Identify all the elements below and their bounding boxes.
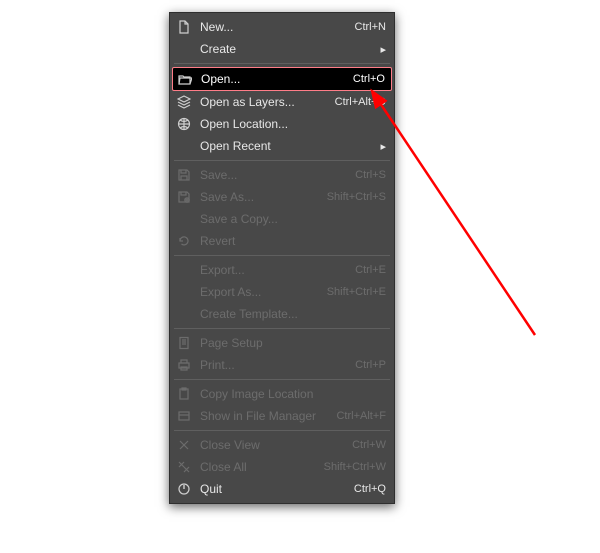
- menu-item-show-in-file-manager: Show in File ManagerCtrl+Alt+F: [170, 405, 394, 427]
- menu-item-shortcut: Ctrl+Alt+O: [335, 96, 386, 108]
- menu-item-shortcut: Ctrl+N: [355, 21, 386, 33]
- folder-open-icon: [177, 71, 193, 87]
- globe-icon: [176, 116, 192, 132]
- menu-item-shortcut: Ctrl+O: [353, 73, 385, 85]
- menu-item-export-as: Export As...Shift+Ctrl+E: [170, 281, 394, 303]
- menu-item-copy-image-location: Copy Image Location: [170, 383, 394, 405]
- menu-item-label: Revert: [200, 234, 386, 248]
- menu-item-label: Export As...: [200, 285, 327, 299]
- menu-item-label: Create Template...: [200, 307, 386, 321]
- menu-item-save-copy: Save a Copy...: [170, 208, 394, 230]
- file-icon: [176, 19, 192, 35]
- menu-item-quit[interactable]: QuitCtrl+Q: [170, 478, 394, 500]
- save-as-icon: [176, 189, 192, 205]
- blank-icon: [176, 306, 192, 322]
- clipboard-icon: [176, 386, 192, 402]
- menu-item-label: Export...: [200, 263, 355, 277]
- menu-item-label: Show in File Manager: [200, 409, 336, 423]
- blank-icon: [176, 284, 192, 300]
- menu-item-open[interactable]: Open...Ctrl+O: [172, 67, 392, 91]
- menu-item-shortcut: Shift+Ctrl+W: [324, 461, 386, 473]
- menu-item-label: Open Location...: [200, 117, 386, 131]
- menu-item-save-as: Save As...Shift+Ctrl+S: [170, 186, 394, 208]
- menu-item-new[interactable]: New...Ctrl+N: [170, 16, 394, 38]
- menu-item-label: Quit: [200, 482, 354, 496]
- menu-item-close-all: Close AllShift+Ctrl+W: [170, 456, 394, 478]
- menu-item-label: Save a Copy...: [200, 212, 386, 226]
- print-icon: [176, 357, 192, 373]
- menu-item-shortcut: Shift+Ctrl+S: [327, 191, 386, 203]
- page-setup-icon: [176, 335, 192, 351]
- menu-item-label: Close All: [200, 460, 324, 474]
- menu-item-label: Save As...: [200, 190, 327, 204]
- save-icon: [176, 167, 192, 183]
- menu-item-label: Create: [200, 42, 376, 56]
- close-all-icon: [176, 459, 192, 475]
- menu-item-label: Close View: [200, 438, 352, 452]
- file-menu: New...Ctrl+NCreate▸Open...Ctrl+OOpen as …: [169, 12, 395, 504]
- chevron-right-icon: ▸: [380, 140, 386, 153]
- close-icon: [176, 437, 192, 453]
- menu-item-shortcut: Ctrl+P: [355, 359, 386, 371]
- menu-separator: [174, 328, 390, 329]
- menu-item-shortcut: Ctrl+S: [355, 169, 386, 181]
- menu-item-label: Page Setup: [200, 336, 386, 350]
- menu-item-revert: Revert: [170, 230, 394, 252]
- quit-icon: [176, 481, 192, 497]
- blank-icon: [176, 262, 192, 278]
- blank-icon: [176, 138, 192, 154]
- menu-separator: [174, 430, 390, 431]
- menu-item-label: Print...: [200, 358, 355, 372]
- menu-item-page-setup: Page Setup: [170, 332, 394, 354]
- menu-item-create-template: Create Template...: [170, 303, 394, 325]
- menu-item-save: Save...Ctrl+S: [170, 164, 394, 186]
- menu-item-label: Save...: [200, 168, 355, 182]
- menu-item-shortcut: Ctrl+W: [352, 439, 386, 451]
- menu-separator: [174, 255, 390, 256]
- menu-separator: [174, 379, 390, 380]
- menu-item-shortcut: Ctrl+Q: [354, 483, 386, 495]
- menu-item-shortcut: Ctrl+Alt+F: [336, 410, 386, 422]
- menu-item-open-location[interactable]: Open Location...: [170, 113, 394, 135]
- menu-item-open-recent[interactable]: Open Recent ▸: [170, 135, 394, 157]
- menu-item-print: Print...Ctrl+P: [170, 354, 394, 376]
- menu-item-open-as-layers[interactable]: Open as Layers...Ctrl+Alt+O: [170, 91, 394, 113]
- layers-icon: [176, 94, 192, 110]
- menu-item-close-view: Close ViewCtrl+W: [170, 434, 394, 456]
- menu-item-export: Export...Ctrl+E: [170, 259, 394, 281]
- menu-item-label: Copy Image Location: [200, 387, 386, 401]
- menu-item-label: Open...: [201, 72, 353, 86]
- menu-item-label: Open Recent: [200, 139, 376, 153]
- menu-item-create[interactable]: Create ▸: [170, 38, 394, 60]
- revert-icon: [176, 233, 192, 249]
- blank-icon: [176, 211, 192, 227]
- menu-item-label: Open as Layers...: [200, 95, 335, 109]
- chevron-right-icon: ▸: [380, 43, 386, 56]
- blank-icon: [176, 41, 192, 57]
- menu-item-label: New...: [200, 20, 355, 34]
- menu-separator: [174, 160, 390, 161]
- menu-item-shortcut: Ctrl+E: [355, 264, 386, 276]
- file-manager-icon: [176, 408, 192, 424]
- menu-separator: [174, 63, 390, 64]
- menu-item-shortcut: Shift+Ctrl+E: [327, 286, 386, 298]
